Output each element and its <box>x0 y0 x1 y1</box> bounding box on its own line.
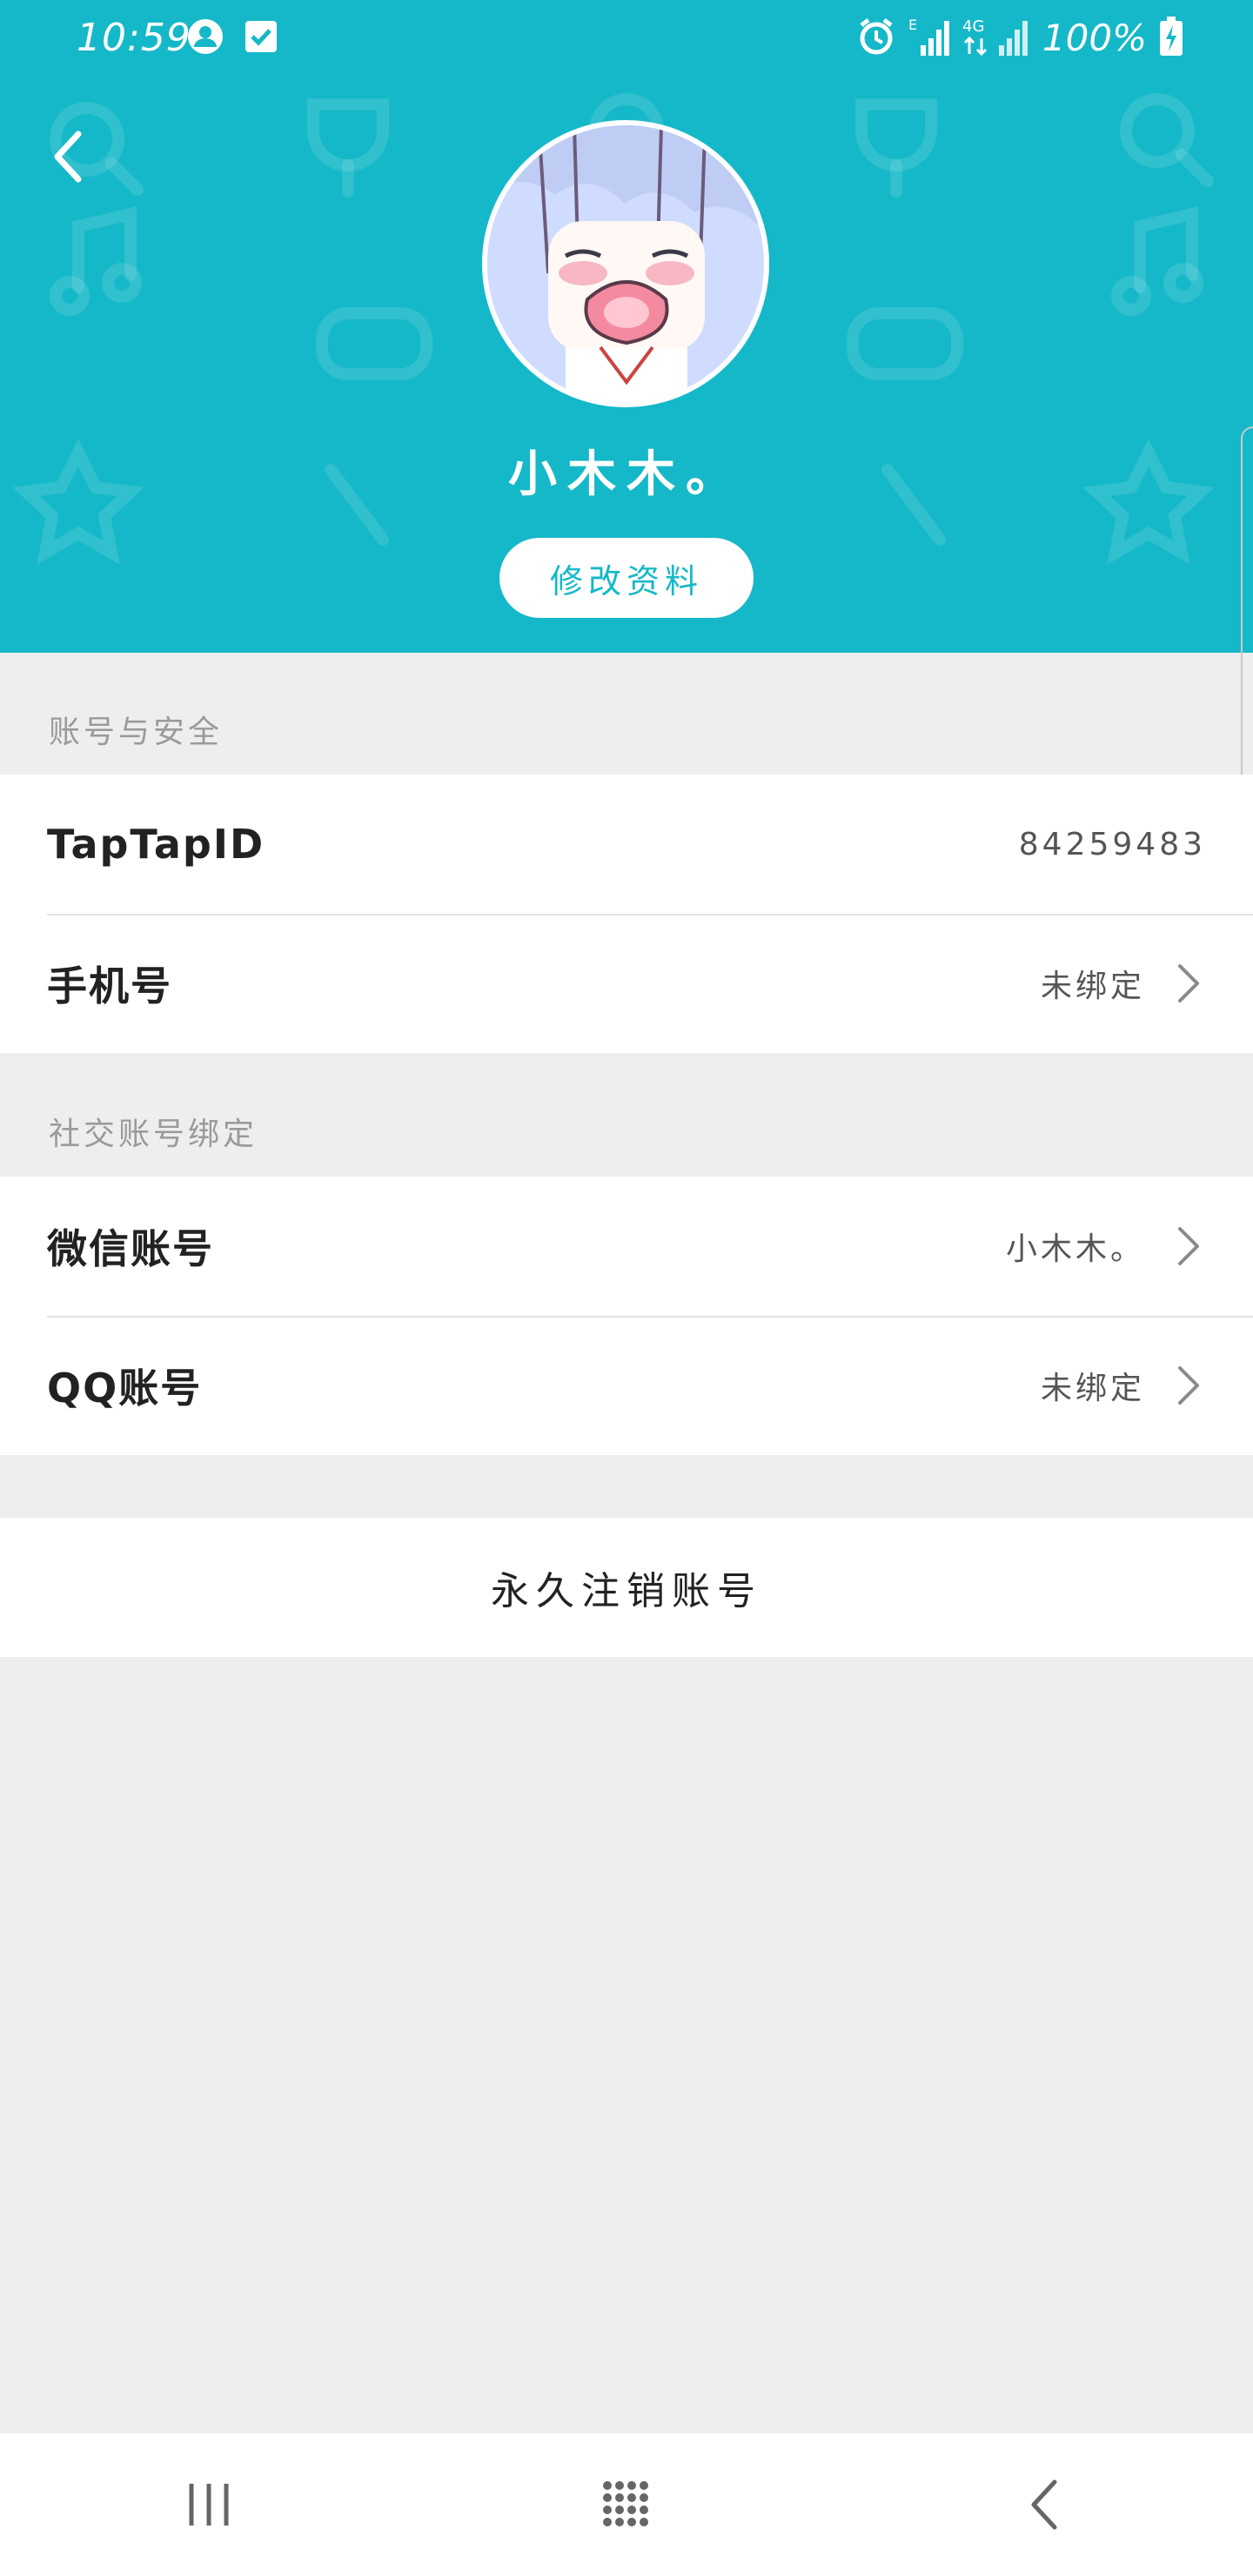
row-qq[interactable]: QQ账号 未绑定 <box>0 1316 1253 1455</box>
chevron-right-icon <box>1171 1359 1206 1412</box>
row-label: 微信账号 <box>47 1225 214 1272</box>
avatar[interactable] <box>482 120 769 407</box>
social-binding-card: 微信账号 小木木。 QQ账号 未绑定 <box>0 1177 1253 1455</box>
battery-percent: 100% <box>1042 17 1147 59</box>
back-icon <box>1031 2479 1057 2530</box>
delete-account-button[interactable]: 永久注销账号 <box>0 1518 1253 1657</box>
battery-charging-icon <box>1159 17 1183 60</box>
status-time: 10:59 <box>77 16 191 60</box>
network-label: 4G <box>962 17 984 36</box>
home-icon <box>603 2481 648 2526</box>
row-label: TapTapID <box>47 821 265 868</box>
chevron-left-icon <box>54 131 82 183</box>
row-label: 手机号 <box>47 963 172 1010</box>
row-phone[interactable]: 手机号 未绑定 <box>0 914 1253 1053</box>
avatar-illustration <box>487 125 764 402</box>
system-back-button[interactable] <box>992 2461 1096 2548</box>
edit-profile-button[interactable]: 修改资料 <box>499 538 754 618</box>
row-wechat[interactable]: 微信账号 小木木。 <box>0 1177 1253 1316</box>
alarm-icon <box>856 17 896 60</box>
section-title-social-binding: 社交账号绑定 <box>49 1117 258 1152</box>
taptap-id-value: 84259483 <box>1018 826 1206 862</box>
recent-apps-button[interactable] <box>157 2461 261 2548</box>
checkbox-icon <box>244 19 278 57</box>
profile-header: 10:59 E 4G 100% 小木木。 修改资料 <box>0 0 1253 653</box>
row-taptap-id: TapTapID 84259483 <box>0 775 1253 914</box>
signal-icon: E <box>908 16 950 61</box>
phone-value: 未绑定 <box>1040 969 1145 1004</box>
network-icon: 4G <box>962 16 1030 61</box>
signal-label: E <box>908 17 917 33</box>
wechat-value: 小木木。 <box>1005 1231 1145 1267</box>
chevron-right-icon <box>1171 957 1206 1010</box>
account-settings-page: 10:59 E 4G 100% 小木木。 修改资料 账号与安全 TapTapID… <box>0 0 1253 2576</box>
qq-value: 未绑定 <box>1040 1371 1145 1406</box>
account-security-card: TapTapID 84259483 手机号 未绑定 <box>0 775 1253 1053</box>
system-nav-bar <box>0 2433 1253 2576</box>
nickname: 小木木。 <box>508 446 745 503</box>
profile-icon <box>186 17 224 59</box>
home-button[interactable] <box>574 2461 679 2548</box>
section-title-account-security: 账号与安全 <box>49 714 224 750</box>
recent-apps-icon <box>189 2484 229 2526</box>
row-label: QQ账号 <box>47 1365 203 1412</box>
status-bar: 10:59 E 4G 100% <box>0 0 1253 78</box>
delete-account-label: 永久注销账号 <box>491 1569 762 1613</box>
chevron-right-icon <box>1171 1220 1206 1272</box>
back-button[interactable] <box>42 122 94 191</box>
